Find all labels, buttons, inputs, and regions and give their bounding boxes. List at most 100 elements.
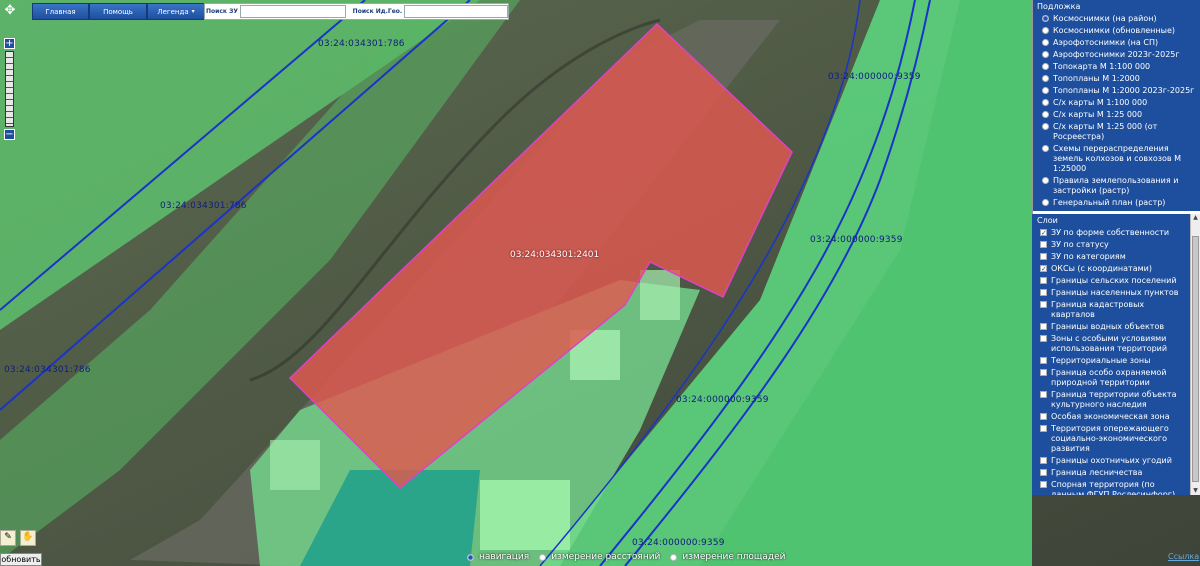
checkbox[interactable] [1040,457,1047,464]
checkbox[interactable] [1040,277,1047,284]
layers-scrollbar[interactable]: ▲ ▼ [1190,214,1200,495]
checkbox[interactable] [1040,369,1047,376]
radio-button[interactable] [1042,87,1049,94]
basemap-option[interactable]: Правила землепользования и застройки (ра… [1033,175,1200,197]
layers-title: Слои [1032,214,1200,227]
radio-button[interactable] [1042,199,1049,206]
basemap-title: Подложка [1033,0,1200,13]
layer-option[interactable]: Территория опережающего социально-эконом… [1032,423,1190,455]
scroll-down-icon[interactable]: ▼ [1191,487,1200,495]
layer-option[interactable]: ЗУ по статусу [1032,239,1190,251]
hand-icon[interactable]: ✋ [20,530,36,546]
checkbox[interactable] [1040,253,1047,260]
parcel-label: 03:24:000000:9359 [632,538,725,548]
radio-button[interactable] [1042,123,1049,130]
help-button[interactable]: Помощь [89,3,147,20]
parcel-label: 03:24:034301:786 [4,365,91,375]
radio-button[interactable] [670,553,678,561]
basemap-option[interactable]: С/х карты М 1:25 000 [1033,109,1200,121]
radio-button[interactable] [1042,75,1049,82]
checkbox[interactable] [1040,241,1047,248]
checkbox[interactable] [1040,413,1047,420]
mode-option[interactable]: измерение расстояний [539,552,660,562]
mode-label: измерение площадей [682,552,786,562]
checkbox[interactable] [1040,335,1047,342]
radio-button[interactable] [1042,111,1049,118]
basemap-option[interactable]: Космоснимки (обновленные) [1033,25,1200,37]
link-button[interactable]: Ссылка [1168,552,1199,561]
layer-label: Граница лесничества [1051,468,1143,477]
layer-option[interactable]: Граница лесничества [1032,467,1190,479]
checkbox[interactable] [1040,357,1047,364]
pan-icon[interactable]: ✥ [2,0,18,20]
radio-button[interactable] [1042,145,1049,152]
layer-option[interactable]: Граница кадастровых кварталов [1032,299,1190,321]
basemap-option[interactable]: Топокарта М 1:100 000 [1033,61,1200,73]
basemap-option[interactable]: Космоснимки (на район) [1033,13,1200,25]
mode-option[interactable]: измерение площадей [670,552,786,562]
layer-option[interactable]: Границы охотничьих угодий [1032,455,1190,467]
checkbox[interactable] [1040,323,1047,330]
basemap-option[interactable]: Генеральный план (растр) [1033,197,1200,209]
layers-list[interactable]: ✓ ЗУ по форме собственности ЗУ по статусу З… [1032,227,1190,495]
mode-option[interactable]: навигация [467,552,529,562]
checkbox[interactable] [1040,425,1047,432]
layer-option[interactable]: ✓ ОКСы (с координатами) [1032,263,1190,275]
checkbox[interactable] [1040,301,1047,308]
layer-option[interactable]: Граница особо охраняемой природной терри… [1032,367,1190,389]
scroll-thumb[interactable] [1192,236,1199,482]
checkbox[interactable]: ✓ [1040,229,1047,237]
radio-button[interactable] [1042,39,1049,46]
basemap-option[interactable]: Топопланы М 1:2000 2023г-2025г [1033,85,1200,97]
layer-option[interactable]: ЗУ по категориям [1032,251,1190,263]
layer-option[interactable]: Границы водных объектов [1032,321,1190,333]
geo-search-label: Поиск Ид.Гео. [352,8,403,15]
basemap-option[interactable]: С/х карты М 1:100 000 [1033,97,1200,109]
parcel-label: 03:24:034301:786 [160,201,247,211]
layer-option[interactable]: Особая экономическая зона [1032,411,1190,423]
refresh-button[interactable]: обновить [0,553,42,566]
basemap-label: Топокарта М 1:100 000 [1053,62,1151,71]
tool-icons: ✎ ✋ [0,530,40,546]
map-mode-selector: навигация измерение расстояний измерение п… [467,552,796,562]
layer-option[interactable]: ✓ ЗУ по форме собственности [1032,227,1190,239]
layer-option[interactable]: Граница территории объекта культурного н… [1032,389,1190,411]
radio-button[interactable] [1042,63,1049,70]
checkbox[interactable]: ✓ [1040,265,1047,273]
checkbox[interactable] [1040,469,1047,476]
radio-button[interactable] [1042,177,1049,184]
checkbox[interactable] [1040,481,1047,488]
layer-option[interactable]: Территориальные зоны [1032,355,1190,367]
checkbox[interactable] [1040,289,1047,296]
parcel-label: 03:24:034301:786 [318,39,405,49]
basemap-option[interactable]: Аэрофотоснимки 2023г-2025г [1033,49,1200,61]
radio-button[interactable] [1042,99,1049,106]
zu-search-input[interactable] [239,5,346,18]
layer-option[interactable]: Границы сельских поселений [1032,275,1190,287]
basemap-option[interactable]: Аэрофотоснимки (на СП) [1033,37,1200,49]
zoom-control: ✥ + − [2,0,18,140]
scroll-up-icon[interactable]: ▲ [1191,214,1200,222]
map-canvas[interactable] [0,0,1200,566]
zoom-out-button[interactable]: − [4,129,15,140]
home-button[interactable]: Главная [32,3,89,20]
basemap-option[interactable]: С/х карты М 1:25 000 (от Росреестра) [1033,121,1200,143]
radio-button[interactable] [467,553,474,561]
checkbox[interactable] [1040,391,1047,398]
zoom-in-button[interactable]: + [4,38,15,49]
basemap-option[interactable]: Топопланы М 1:2000 [1033,73,1200,85]
legend-button[interactable]: Легенда ▾ [147,3,205,20]
layer-option[interactable]: Спорная территория (по данным ФГУП Росле… [1032,479,1190,495]
layer-option[interactable]: Зоны с особыми условиями использования т… [1032,333,1190,355]
zoom-slider[interactable] [5,51,14,127]
radio-button[interactable] [539,553,547,561]
parcel-label: 03:24:000000:9359 [828,72,921,82]
layer-option[interactable]: Границы населенных пунктов [1032,287,1190,299]
measure-icon[interactable]: ✎ [0,530,16,546]
radio-button[interactable] [1042,27,1049,34]
radio-button[interactable] [1042,51,1049,58]
radio-button[interactable] [1042,15,1049,22]
basemap-option[interactable]: Схемы перераспределения земель колхозов … [1033,143,1200,175]
map-view[interactable]: 03:24:034301:786 03:24:034301:786 03:24:… [0,0,1200,566]
geo-search-input[interactable] [404,5,508,18]
